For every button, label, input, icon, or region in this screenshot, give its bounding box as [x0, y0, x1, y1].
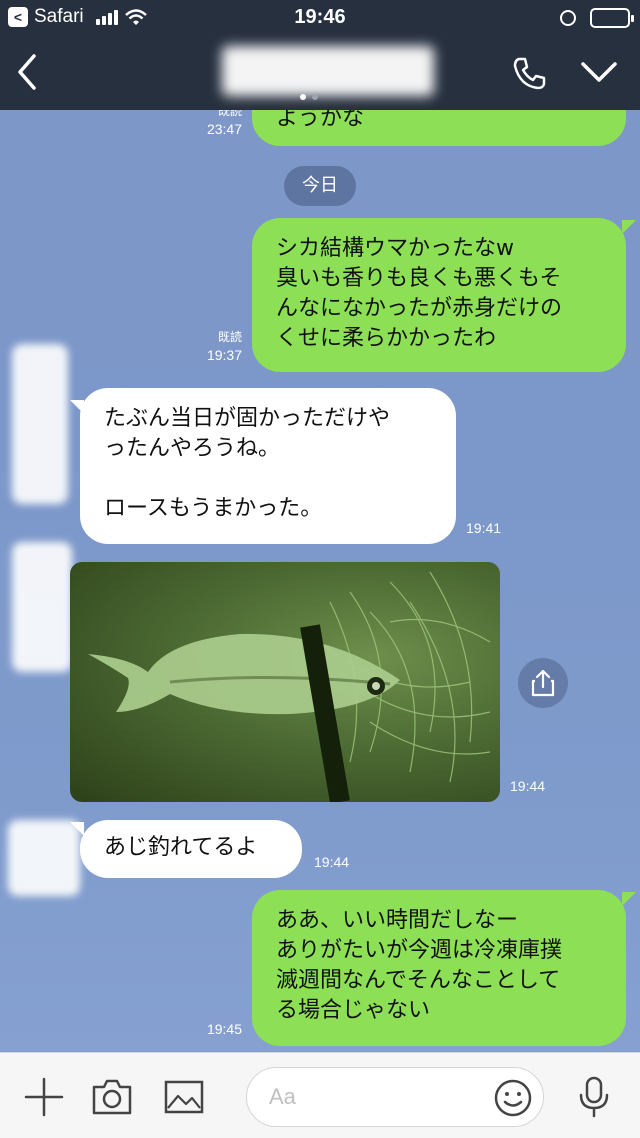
page-dots	[300, 94, 318, 100]
share-icon	[531, 669, 555, 697]
status-time: 19:46	[294, 6, 346, 28]
mic-icon[interactable]	[572, 1075, 616, 1119]
message-time: 19:44	[510, 778, 546, 794]
message-time: 19:41	[466, 520, 502, 536]
read-receipt: 既読	[217, 330, 242, 344]
message-meta: 19:45	[186, 1020, 242, 1038]
call-icon[interactable]	[510, 54, 548, 92]
bubble-tail	[70, 400, 84, 414]
read-receipt: 既読	[217, 110, 242, 118]
bubble-tail	[622, 892, 636, 906]
message-time: 19:37	[206, 347, 242, 363]
battery-icon	[590, 8, 634, 28]
chat-area[interactable]: ようかな 既読 23:47 今日 シカ結構ウマかったなw 臭いも香りも良くも悪く…	[0, 110, 640, 1052]
avatar[interactable]	[12, 344, 68, 504]
fish-photo	[88, 571, 491, 802]
message-time: 19:45	[206, 1021, 242, 1037]
emoji-icon[interactable]	[493, 1078, 533, 1118]
date-separator: 今日	[284, 166, 356, 206]
message-bubble-out[interactable]: シカ結構ウマかったなw 臭いも香りも良くも悪くもそ んなになかったが赤身だけの …	[252, 218, 626, 372]
message-bubble-in[interactable]: たぶん当日が固かっただけや ったんやろうね。 ロースもうまかった。	[80, 388, 456, 544]
bubble-tail	[622, 220, 636, 234]
message-meta: 既読 23:47	[186, 110, 242, 138]
status-right	[560, 8, 634, 28]
message-bubble-out[interactable]: ああ、いい時間だしなー ありがたいが今週は冷凍庫撲 滅週間なんでそんなことして …	[252, 890, 626, 1046]
status-bar: < Safari 19:46	[0, 0, 640, 36]
back-icon[interactable]	[12, 50, 42, 94]
photo-message[interactable]	[70, 562, 500, 802]
message-bubble-out[interactable]: ようかな	[252, 110, 626, 146]
alarm-icon	[560, 10, 576, 26]
message-time: 19:44	[314, 854, 350, 870]
input-placeholder: Aa	[269, 1084, 296, 1109]
bubble-tail	[70, 822, 84, 836]
chat-header	[0, 36, 640, 110]
share-button[interactable]	[518, 658, 568, 708]
message-input[interactable]: Aa	[246, 1067, 544, 1127]
image-icon[interactable]	[162, 1075, 206, 1119]
message-time: 23:47	[206, 121, 242, 137]
message-meta: 既読 19:37	[186, 328, 242, 364]
chat-title[interactable]	[222, 46, 434, 96]
plus-icon[interactable]	[22, 1075, 66, 1119]
message-bubble-in[interactable]: あじ釣れてるよ	[80, 820, 302, 878]
message-input-bar: Aa	[0, 1052, 640, 1138]
avatar[interactable]	[12, 542, 72, 672]
camera-icon[interactable]	[90, 1075, 134, 1119]
chevron-down-icon[interactable]	[578, 56, 620, 88]
